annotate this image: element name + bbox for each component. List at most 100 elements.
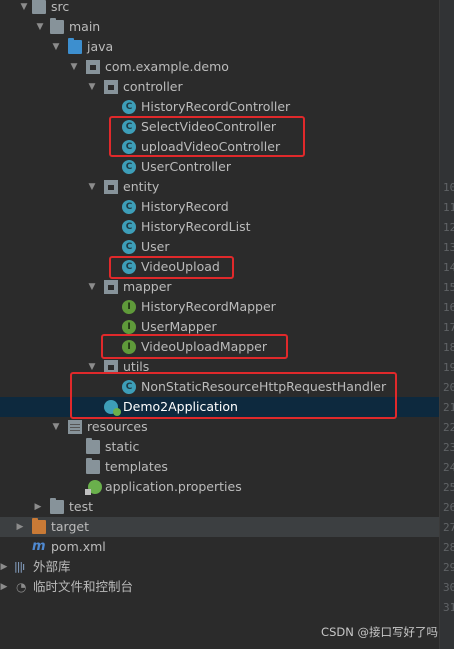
- tree-row-external-libraries[interactable]: ▶ |||ı 外部库: [0, 557, 440, 577]
- class-icon: C: [122, 240, 136, 254]
- tree-row-mapper[interactable]: ▼ mapper: [0, 277, 440, 297]
- folder-icon: [32, 0, 46, 14]
- chevron-right-icon[interactable]: ▶: [32, 497, 44, 517]
- maven-icon: m: [32, 539, 46, 554]
- tree-label: HistoryRecord: [141, 199, 229, 214]
- tree-label: HistoryRecordController: [141, 99, 291, 114]
- tree-row-resources[interactable]: ▼ resources: [0, 417, 440, 437]
- tree-label: main: [69, 19, 101, 34]
- line-number: 24: [443, 461, 454, 474]
- line-number: 17: [443, 321, 454, 334]
- tree-label: templates: [105, 459, 168, 474]
- tree-row-scratches[interactable]: ▶ ◔ 临时文件和控制台: [0, 577, 440, 597]
- project-tree: ▼ src ▼ main ▼ java ▼ com.example.demo ▼…: [0, 0, 440, 597]
- chevron-down-icon[interactable]: ▼: [86, 77, 98, 97]
- chevron-right-icon[interactable]: ▶: [0, 557, 10, 577]
- tree-label: com.example.demo: [105, 59, 229, 74]
- tree-row-java[interactable]: ▼ java: [0, 37, 440, 57]
- tree-row-test[interactable]: ▶ test: [0, 497, 440, 517]
- tree-row-main[interactable]: ▼ main: [0, 17, 440, 37]
- line-number: 10: [443, 181, 454, 194]
- line-number: 18: [443, 341, 454, 354]
- line-number: 15: [443, 281, 454, 294]
- resources-folder-icon: [68, 420, 82, 434]
- highlight-box-videoupload: [109, 256, 234, 279]
- tree-row-src[interactable]: ▼ src: [0, 0, 440, 17]
- line-number: 26: [443, 501, 454, 514]
- line-number: 20: [443, 381, 454, 394]
- libraries-icon: |||ı: [14, 560, 25, 573]
- chevron-right-icon[interactable]: ▶: [0, 577, 10, 597]
- chevron-down-icon[interactable]: ▼: [86, 277, 98, 297]
- line-number: 12: [443, 221, 454, 234]
- line-number: 22: [443, 421, 454, 434]
- line-number: 16: [443, 301, 454, 314]
- package-icon: [104, 180, 118, 194]
- tree-row-properties[interactable]: application.properties: [0, 477, 440, 497]
- class-icon: C: [122, 100, 136, 114]
- tree-row-package[interactable]: ▼ com.example.demo: [0, 57, 440, 77]
- tree-row-class[interactable]: C HistoryRecordList: [0, 217, 440, 237]
- line-number: 28: [443, 541, 454, 554]
- tree-row-class[interactable]: C User: [0, 237, 440, 257]
- line-number: 23: [443, 441, 454, 454]
- tree-label: test: [69, 499, 94, 514]
- folder-icon: [86, 458, 100, 474]
- class-icon: C: [122, 220, 136, 234]
- tree-label: 临时文件和控制台: [33, 579, 134, 594]
- chevron-down-icon[interactable]: ▼: [50, 37, 62, 57]
- highlight-box-mapper: [101, 334, 288, 359]
- properties-file-icon: [85, 480, 102, 495]
- line-number: 14: [443, 261, 454, 274]
- chevron-down-icon[interactable]: ▼: [86, 177, 98, 197]
- tree-row-target[interactable]: ▶ target: [0, 517, 440, 537]
- tree-label: target: [51, 519, 90, 534]
- tree-label: pom.xml: [51, 539, 106, 554]
- tree-row-class[interactable]: C UserController: [0, 157, 440, 177]
- line-number: 21: [443, 401, 454, 414]
- tree-row-templates[interactable]: templates: [0, 457, 440, 477]
- tree-row-pom[interactable]: m pom.xml: [0, 537, 440, 557]
- tree-row-entity[interactable]: ▼ entity: [0, 177, 440, 197]
- line-number: 11: [443, 201, 454, 214]
- package-icon: [104, 80, 118, 94]
- tree-row-class[interactable]: C HistoryRecord: [0, 197, 440, 217]
- scratches-icon: ◔: [16, 580, 27, 594]
- chevron-down-icon[interactable]: ▼: [50, 417, 62, 437]
- class-icon: C: [122, 200, 136, 214]
- tree-label: static: [105, 439, 140, 454]
- tree-row-controller[interactable]: ▼ controller: [0, 77, 440, 97]
- line-number: 29: [443, 561, 454, 574]
- interface-icon: I: [122, 300, 136, 314]
- tree-label: entity: [123, 179, 160, 194]
- tree-label: HistoryRecordList: [141, 219, 251, 234]
- chevron-down-icon[interactable]: ▼: [34, 17, 46, 37]
- editor-gutter: 10 11 12 13 14 15 16 17 18 19 20 21 22 2…: [439, 0, 454, 649]
- tree-label: HistoryRecordMapper: [141, 299, 276, 314]
- line-number: 25: [443, 481, 454, 494]
- highlight-box-utils-app: [70, 372, 397, 419]
- tree-label: UserController: [141, 159, 231, 174]
- line-number: 30: [443, 581, 454, 594]
- tree-label: src: [51, 0, 70, 14]
- line-number: 13: [443, 241, 454, 254]
- folder-icon: [86, 438, 100, 454]
- tree-label: User: [141, 239, 170, 254]
- chevron-right-icon[interactable]: ▶: [14, 517, 26, 537]
- line-number: 27: [443, 521, 454, 534]
- tree-row-interface[interactable]: I HistoryRecordMapper: [0, 297, 440, 317]
- tree-row-class[interactable]: C HistoryRecordController: [0, 97, 440, 117]
- tree-label: java: [87, 39, 114, 54]
- source-folder-icon: [68, 38, 82, 54]
- line-number: 31: [443, 601, 454, 614]
- folder-icon: [50, 498, 64, 514]
- chevron-down-icon[interactable]: ▼: [68, 57, 80, 77]
- tree-label: controller: [123, 79, 183, 94]
- tree-row-static[interactable]: static: [0, 437, 440, 457]
- tree-label: application.properties: [105, 479, 242, 494]
- tree-label: resources: [87, 419, 148, 434]
- tree-label: 外部库: [33, 559, 71, 574]
- class-icon: C: [122, 160, 136, 174]
- chevron-down-icon[interactable]: ▼: [18, 0, 30, 17]
- folder-icon: [50, 18, 64, 34]
